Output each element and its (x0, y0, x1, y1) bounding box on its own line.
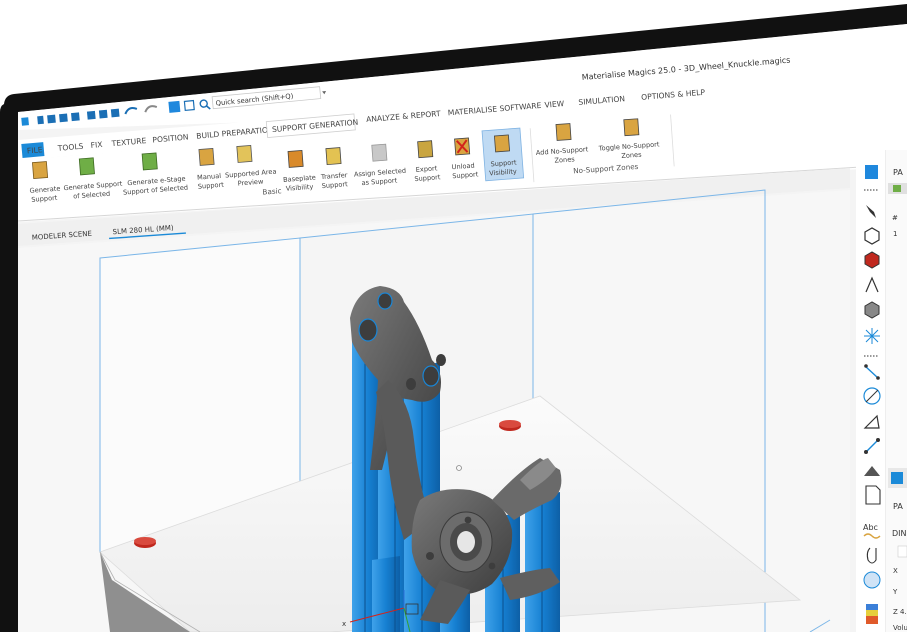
panel-part-icon[interactable] (891, 472, 903, 484)
panel-x-label: X (893, 567, 898, 575)
dot-grid-icon[interactable] (863, 571, 881, 589)
tab-fix[interactable]: FIX (90, 140, 103, 150)
toggle-nosupport-label-2: Zones (621, 151, 642, 160)
export-support-label-1: Export (415, 164, 438, 174)
export-icon[interactable] (110, 108, 120, 118)
part-outline-icon[interactable] (183, 99, 195, 112)
viewport-3d[interactable]: x (18, 189, 850, 632)
panel-header-2: PA (893, 502, 903, 511)
import-icon[interactable] (98, 109, 108, 119)
part-icon[interactable] (168, 100, 181, 113)
sparkle-icon[interactable] (864, 328, 880, 344)
panel-header: PA (893, 168, 903, 177)
panel-row-number: 1 (893, 230, 897, 238)
new-file-icon[interactable] (37, 115, 44, 125)
tab-view[interactable]: VIEW (544, 99, 565, 110)
save-project-icon[interactable] (86, 110, 96, 120)
panel-y-label: Y (892, 588, 898, 596)
abc-label: Abc (863, 523, 878, 532)
right-panel: PA # 1 PA DIN X Y Z 4. Volu (886, 150, 907, 632)
panel-volume-label: Volu (893, 624, 907, 632)
panel-z-label: Z (893, 608, 898, 616)
save-icon[interactable] (59, 113, 68, 123)
box-red-icon[interactable] (864, 251, 880, 269)
x-axis-label: x (342, 620, 346, 628)
magics-logo-icon[interactable] (21, 117, 29, 126)
support-visibility-button[interactable]: Support Visibility (481, 127, 525, 182)
add-nosupport-label-2: Zones (554, 155, 575, 164)
product-screenshot: Materialise Magics 25.0 - 3D_Wheel_Knuck… (0, 0, 907, 632)
panel-hash: # (892, 214, 898, 222)
mount-hole (358, 318, 378, 342)
panel-z-value: 4. (900, 608, 907, 616)
box-gray-icon[interactable] (864, 301, 880, 319)
open-file-icon[interactable] (47, 114, 56, 124)
part-list-icon[interactable] (865, 165, 878, 179)
save-as-icon[interactable] (71, 112, 80, 122)
right-toolbar: Abc (856, 150, 887, 632)
monitor-screen: Materialise Magics 25.0 - 3D_Wheel_Knuck… (0, 4, 907, 632)
basic-group-label: Basic (262, 186, 282, 196)
tab-file-label: FILE (27, 145, 44, 155)
panel-dim: DIN (892, 529, 907, 538)
